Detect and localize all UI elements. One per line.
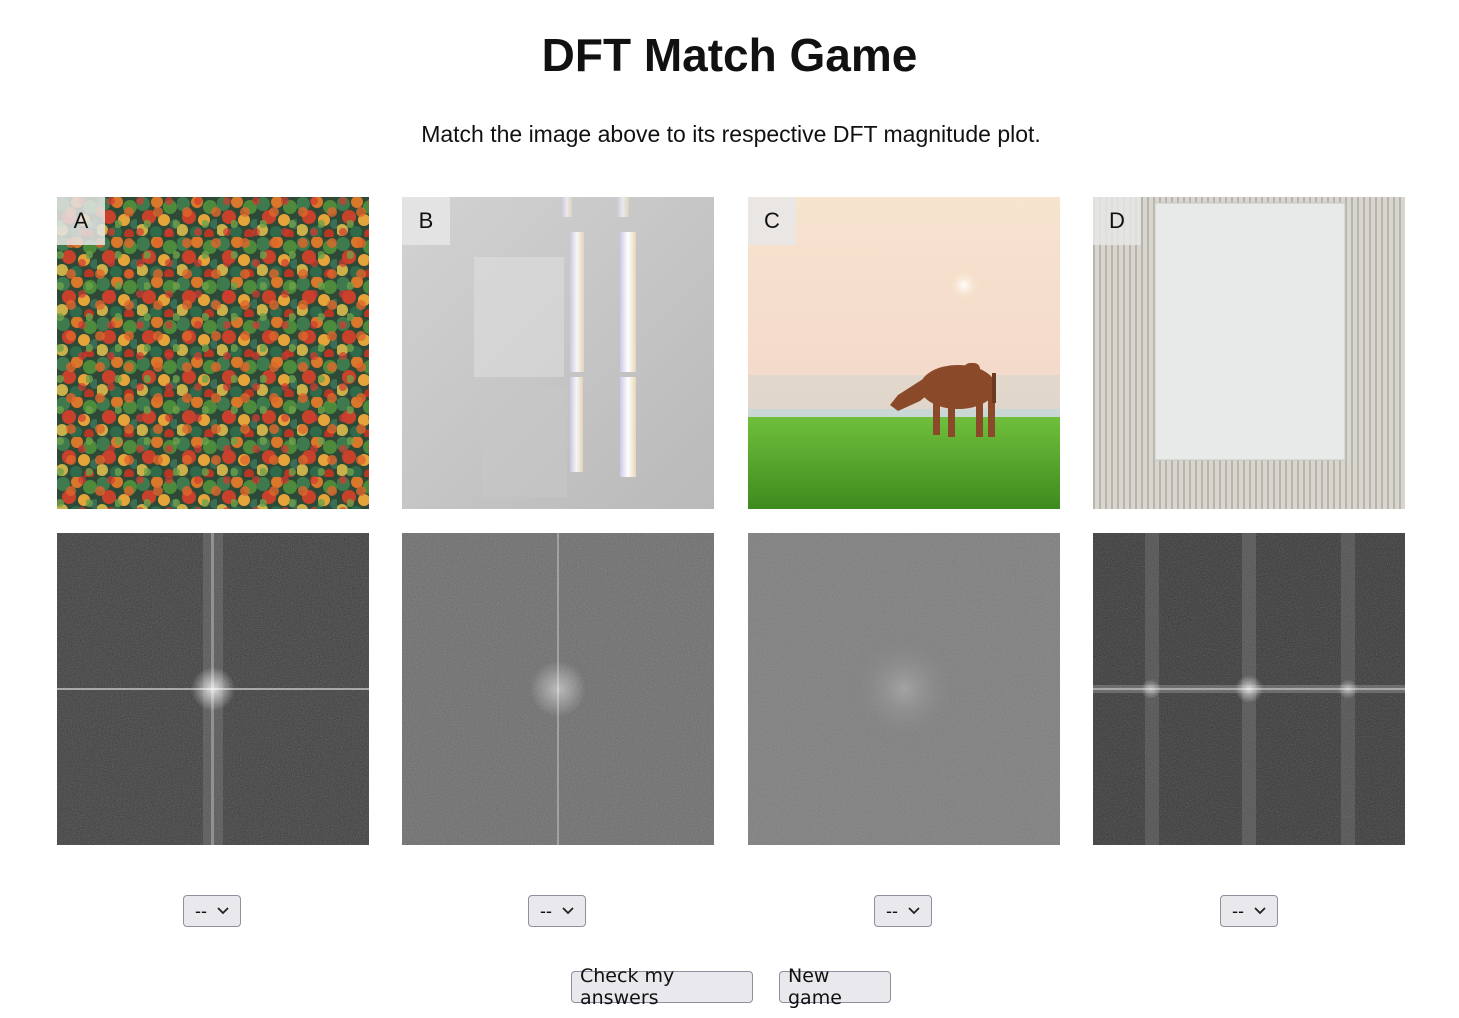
chevron-down-icon — [562, 907, 574, 915]
answer-select-4[interactable]: -- — [1220, 895, 1278, 927]
dft-plot-3 — [748, 533, 1060, 845]
image-b: B — [402, 197, 714, 509]
image-d: D — [1093, 197, 1405, 509]
check-answers-button[interactable]: Check my answers — [571, 965, 753, 1009]
image-c: C — [748, 197, 1060, 509]
chevron-down-icon — [217, 907, 229, 915]
image-label: C — [748, 197, 796, 245]
new-game-button[interactable]: New game — [779, 965, 891, 1009]
answer-select-value: -- — [1232, 900, 1244, 921]
answer-select-value: -- — [540, 900, 552, 921]
page-title: DFT Match Game — [541, 29, 918, 81]
instructions: Match the image above to its respective … — [421, 121, 1041, 147]
answer-select-2[interactable]: -- — [528, 895, 586, 927]
dft-plot-1 — [57, 533, 369, 845]
answer-select-1[interactable]: -- — [183, 895, 241, 927]
chevron-down-icon — [1254, 907, 1266, 915]
answer-select-value: -- — [886, 900, 898, 921]
answer-select-value: -- — [195, 900, 207, 921]
answer-select-3[interactable]: -- — [874, 895, 932, 927]
dft-plot-4 — [1093, 533, 1405, 845]
image-label: D — [1093, 197, 1141, 245]
image-label: B — [402, 197, 450, 245]
dft-plot-2 — [402, 533, 714, 845]
image-label: A — [57, 197, 105, 245]
image-a: A — [57, 197, 369, 509]
chevron-down-icon — [908, 907, 920, 915]
